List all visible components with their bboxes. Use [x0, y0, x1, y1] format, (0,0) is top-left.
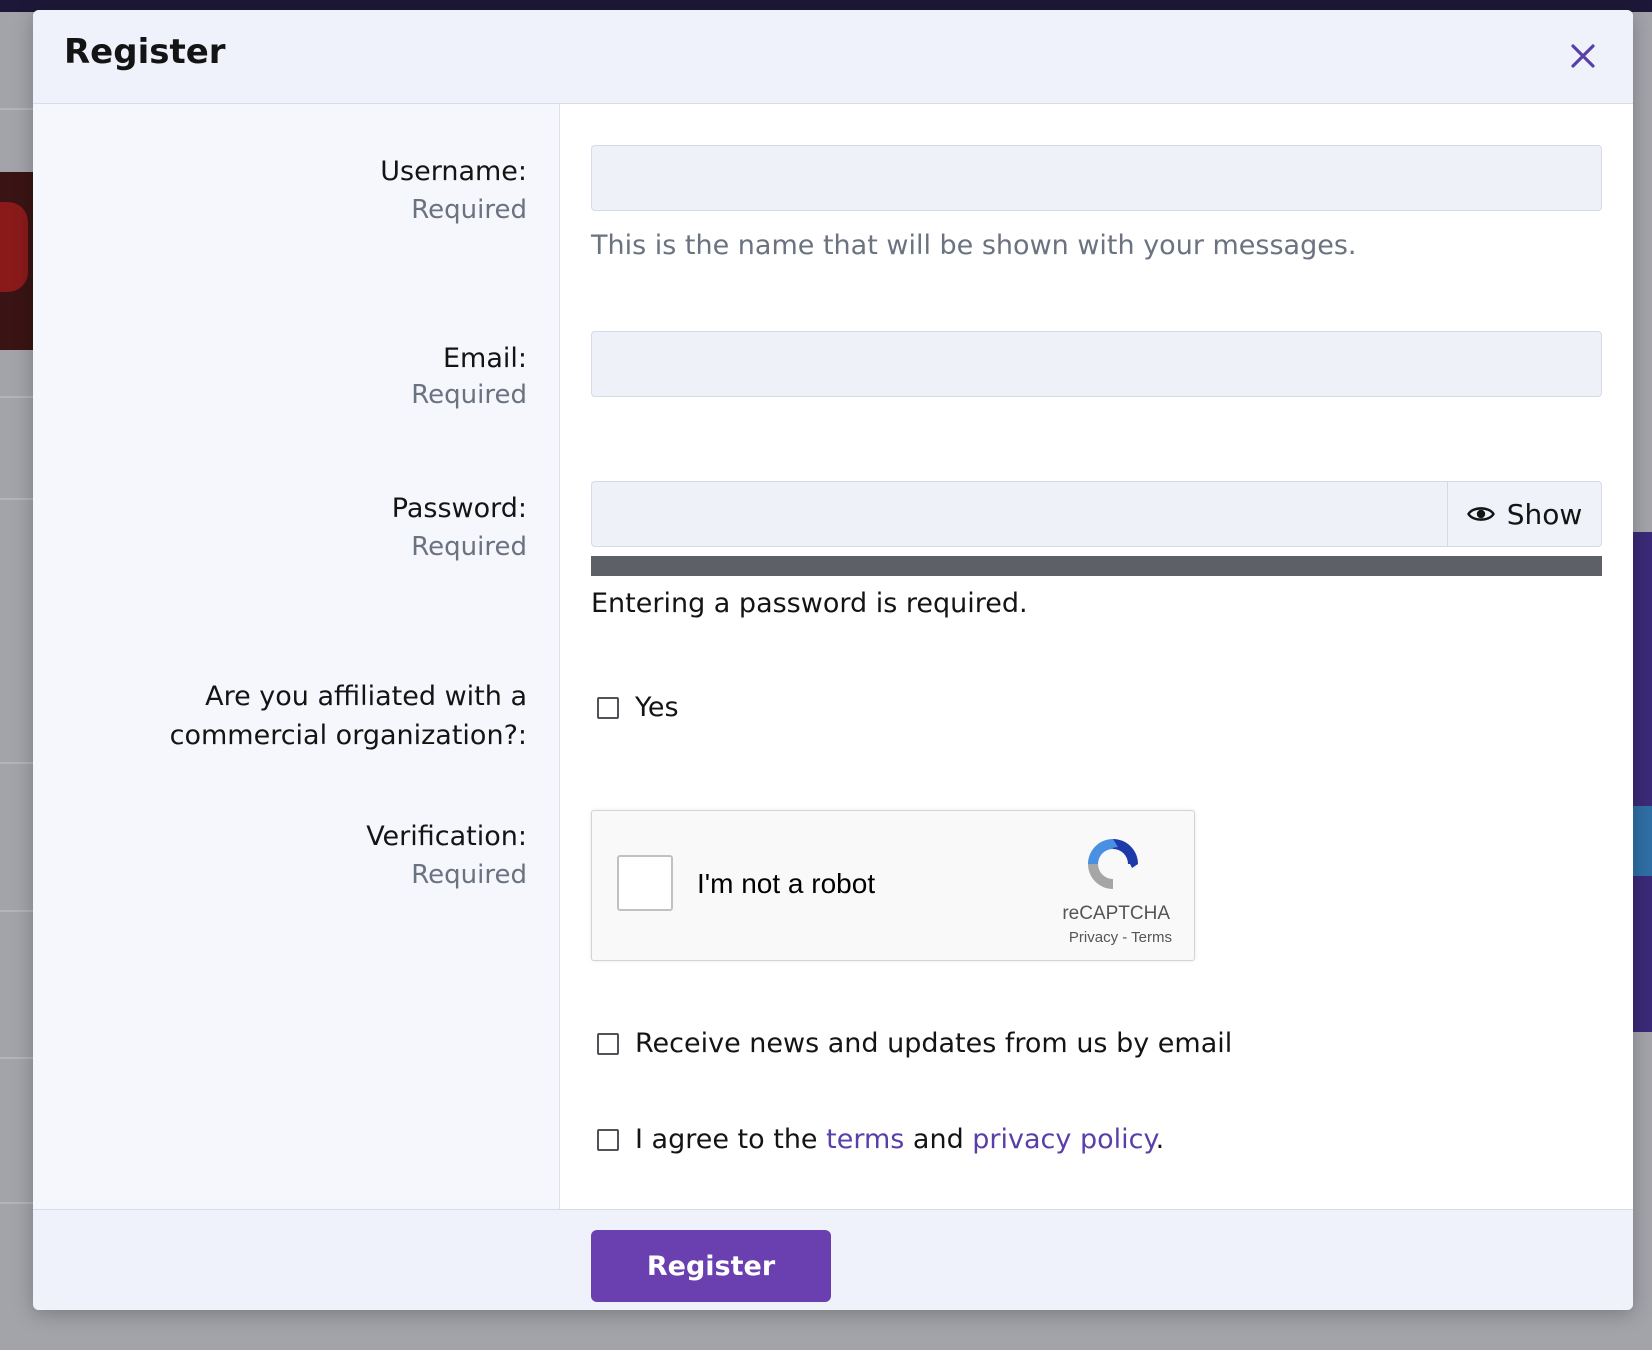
password-required-hint: Required — [411, 532, 527, 562]
background-thumbnail — [0, 172, 34, 350]
newsletter-label: Receive news and updates from us by emai… — [635, 1028, 1233, 1059]
email-label: Email: — [442, 343, 527, 374]
affiliation-checkbox[interactable] — [597, 696, 619, 719]
verification-required-hint: Required — [411, 860, 527, 890]
recaptcha-label: I'm not a robot — [697, 868, 876, 899]
username-required-hint: Required — [411, 195, 527, 225]
recaptcha-checkbox[interactable] — [617, 855, 673, 911]
newsletter-checkbox[interactable] — [597, 1032, 619, 1055]
modal-title: Register — [64, 32, 226, 72]
password-label: Password: — [391, 493, 527, 524]
username-input[interactable] — [591, 145, 1602, 211]
agree-checkbox-row[interactable]: I agree to the terms and privacy policy. — [597, 1124, 1164, 1155]
agree-middle: and — [904, 1124, 973, 1155]
recaptcha-terms-link[interactable]: Terms — [1131, 929, 1172, 946]
register-submit-button[interactable]: Register — [591, 1230, 831, 1302]
password-strength-meter — [591, 556, 1602, 576]
show-password-label: Show — [1506, 497, 1583, 531]
password-input-group: Show — [591, 481, 1602, 547]
agree-suffix: . — [1155, 1124, 1165, 1155]
password-strength-message: Entering a password is required. — [591, 588, 1028, 619]
verification-label: Verification: — [366, 821, 527, 852]
close-button[interactable] — [1561, 34, 1605, 78]
email-input[interactable] — [591, 331, 1602, 397]
input-column: This is the name that will be shown with… — [560, 104, 1633, 1209]
recaptcha-logo-icon — [1088, 839, 1138, 889]
background-banner — [1632, 532, 1652, 1032]
recaptcha-links: Privacy - Terms — [1069, 929, 1172, 946]
agree-label: I agree to the terms and privacy policy. — [635, 1124, 1164, 1155]
privacy-policy-link[interactable]: privacy policy — [972, 1124, 1155, 1155]
affiliation-option-label: Yes — [635, 692, 679, 723]
affiliation-label: Are you affiliated with a commercial org… — [169, 681, 527, 751]
label-column: Username: Required Email: Required Passw… — [33, 104, 560, 1209]
modal-header: Register — [33, 10, 1633, 104]
close-icon — [1571, 44, 1595, 68]
username-label: Username: — [380, 156, 527, 187]
password-input[interactable] — [592, 482, 1447, 546]
register-modal: Register Username: Required Email: Requi… — [33, 10, 1633, 1310]
recaptcha-widget: I'm not a robot reCAPTCHA Privacy - Term… — [591, 810, 1195, 961]
background-button — [1632, 806, 1652, 876]
terms-link[interactable]: terms — [826, 1124, 904, 1155]
email-required-hint: Required — [411, 380, 527, 410]
modal-body: Username: Required Email: Required Passw… — [33, 104, 1633, 1209]
username-explain: This is the name that will be shown with… — [591, 230, 1357, 261]
eye-icon — [1466, 507, 1495, 521]
agree-prefix: I agree to the — [635, 1124, 827, 1155]
affiliation-checkbox-row[interactable]: Yes — [597, 692, 679, 723]
recaptcha-brand: reCAPTCHA — [1062, 903, 1170, 924]
recaptcha-privacy-link[interactable]: Privacy — [1069, 929, 1118, 946]
agree-checkbox[interactable] — [597, 1128, 619, 1151]
show-password-button[interactable]: Show — [1447, 482, 1601, 546]
modal-footer: Register — [33, 1209, 1633, 1310]
newsletter-checkbox-row[interactable]: Receive news and updates from us by emai… — [597, 1028, 1232, 1059]
recaptcha-link-separator: - — [1118, 929, 1132, 946]
